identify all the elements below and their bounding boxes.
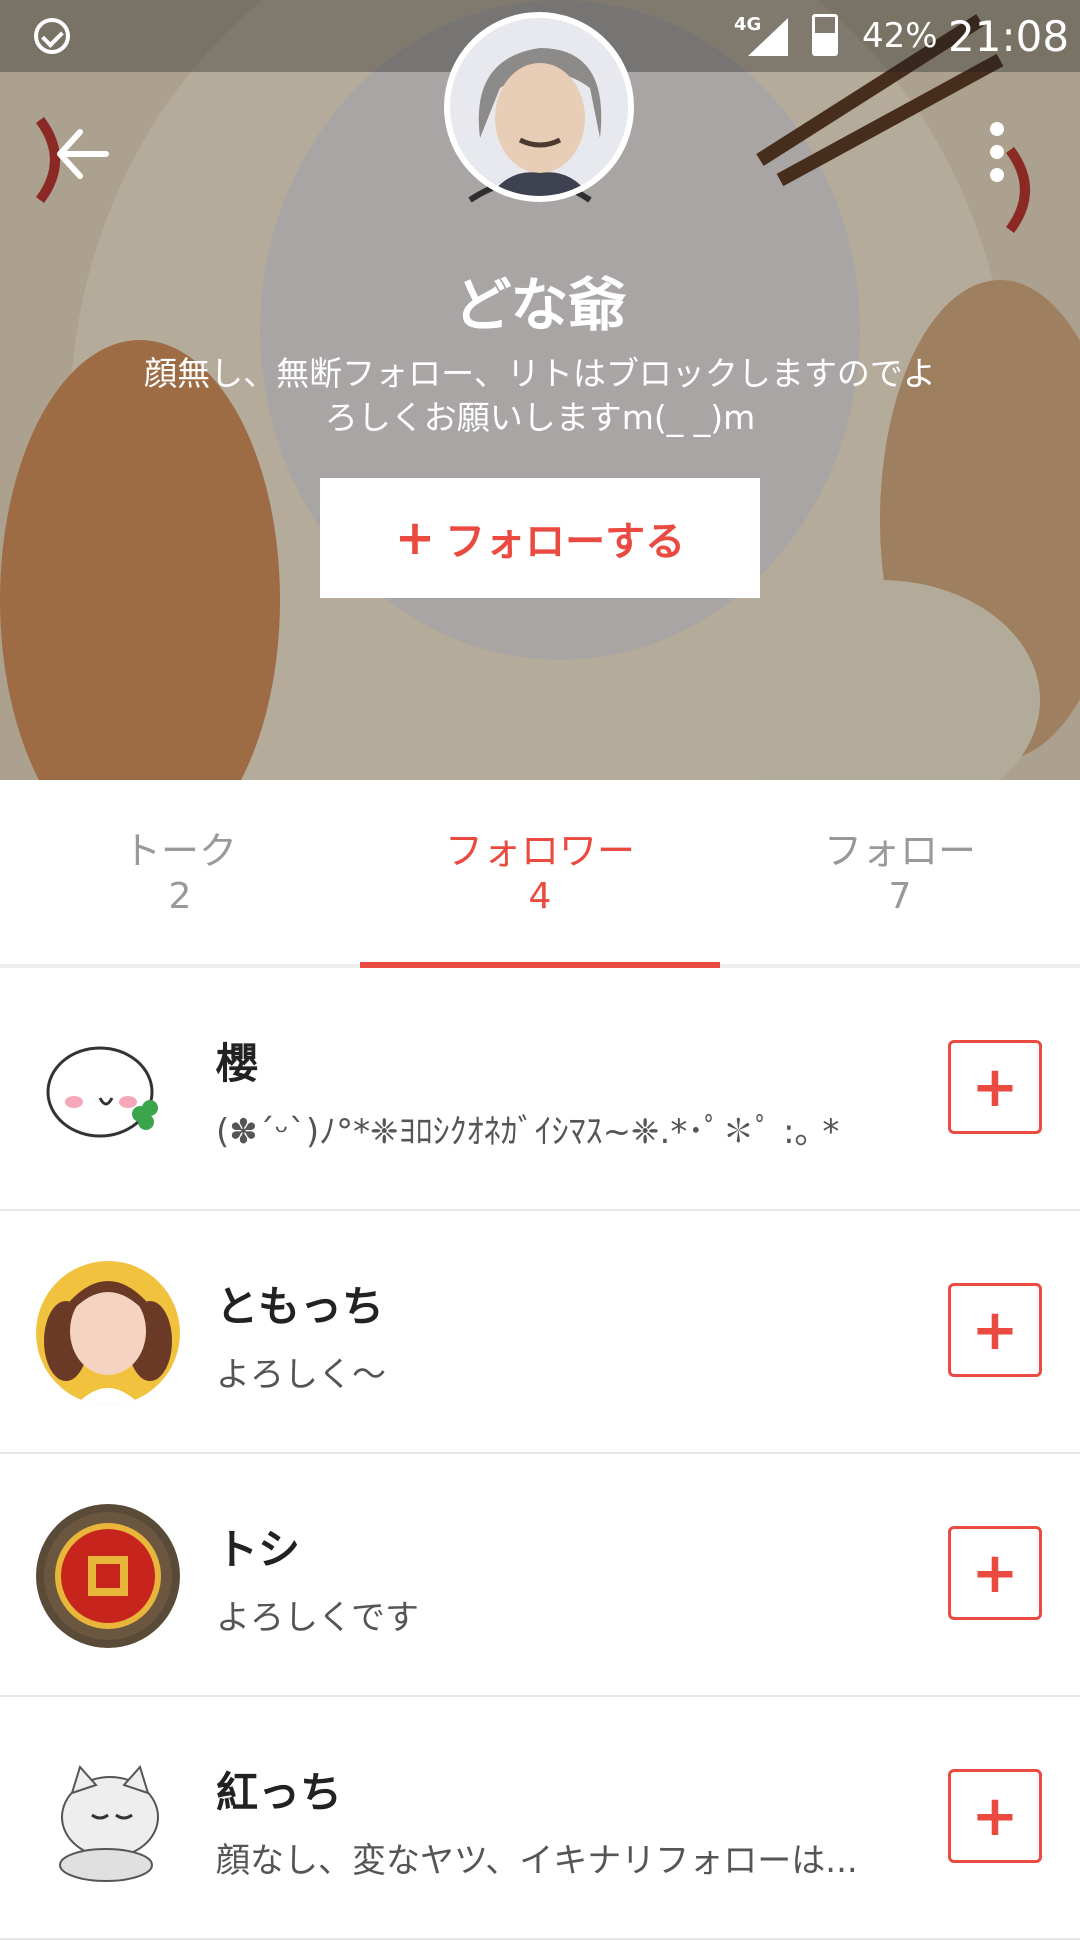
tab-following-count: 7: [888, 876, 912, 917]
follower-name: ともっち: [216, 1282, 385, 1331]
battery-percentage: 42%: [862, 16, 938, 56]
plus-icon: +: [971, 1054, 1019, 1120]
follower-name: 紅っち: [216, 1768, 343, 1817]
tab-talk[interactable]: トーク 2: [0, 828, 360, 920]
list-item[interactable]: 櫻 (✽´ᵕ`)ﾉ°*❈ﾖﾛｼｸｵﾈｶﾞｲｼﾏｽ~❈.*･ﾟ✽ﾟ :｡ * +: [0, 968, 1080, 1211]
list-item[interactable]: ともっち よろしく〜 +: [0, 1211, 1080, 1454]
follow-button[interactable]: + フォローする: [320, 478, 760, 598]
avatar: [36, 1261, 180, 1405]
back-arrow-icon[interactable]: [52, 124, 112, 184]
profile-bio: 顔無し、無断フォロー、リトはブロックしますのでよろしくお願いしますm(_ _)m: [144, 354, 936, 437]
signal-icon: [748, 18, 788, 56]
follower-message: よろしく〜: [216, 1355, 386, 1395]
add-follow-button[interactable]: +: [948, 1040, 1042, 1134]
battery-icon: [812, 14, 838, 56]
avatar: [36, 1504, 180, 1648]
add-follow-button[interactable]: +: [948, 1283, 1042, 1377]
plus-icon: +: [971, 1297, 1019, 1363]
tab-following-label: フォロー: [823, 829, 976, 873]
plus-icon: +: [971, 1540, 1019, 1606]
follow-button-label: フォローする: [445, 519, 686, 565]
plus-icon: +: [971, 1783, 1019, 1849]
tab-followers[interactable]: フォロワー 4: [360, 828, 720, 920]
follower-message: 顔なし、変なヤツ、イキナリフォローは...: [216, 1841, 858, 1881]
check-circle-icon: [34, 18, 70, 54]
tab-followers-label: フォロワー: [444, 829, 635, 873]
clock: 21:08: [948, 12, 1070, 61]
tab-talk-label: トーク: [122, 829, 237, 873]
tab-followers-count: 4: [528, 876, 552, 917]
add-follow-button[interactable]: +: [948, 1526, 1042, 1620]
profile-avatar: [444, 12, 634, 202]
list-item[interactable]: トシ よろしくです +: [0, 1454, 1080, 1697]
profile-header: 4G 42% 21:08 どな爺 顔無し、無断フォロー、リトはブロックしますので…: [0, 0, 1080, 780]
follower-message: よろしくです: [216, 1598, 419, 1638]
tab-talk-count: 2: [168, 876, 192, 917]
avatar: [36, 1018, 180, 1162]
follower-name: 櫻: [216, 1039, 259, 1088]
tab-following[interactable]: フォロー 7: [720, 828, 1080, 920]
follower-list: 櫻 (✽´ᵕ`)ﾉ°*❈ﾖﾛｼｸｵﾈｶﾞｲｼﾏｽ~❈.*･ﾟ✽ﾟ :｡ * + …: [0, 968, 1080, 1940]
more-vertical-icon[interactable]: [982, 122, 1012, 192]
follower-name: トシ: [216, 1525, 301, 1574]
avatar: [36, 1747, 180, 1891]
profile-tabs: トーク 2 フォロワー 4 フォロー 7: [0, 780, 1080, 968]
follower-message: (✽´ᵕ`)ﾉ°*❈ﾖﾛｼｸｵﾈｶﾞｲｼﾏｽ~❈.*･ﾟ✽ﾟ :｡ *: [216, 1112, 840, 1152]
add-follow-button[interactable]: +: [948, 1769, 1042, 1863]
plus-icon: +: [394, 510, 436, 566]
list-item[interactable]: 紅っち 顔なし、変なヤツ、イキナリフォローは... +: [0, 1697, 1080, 1940]
profile-name: どな爺: [453, 271, 627, 339]
